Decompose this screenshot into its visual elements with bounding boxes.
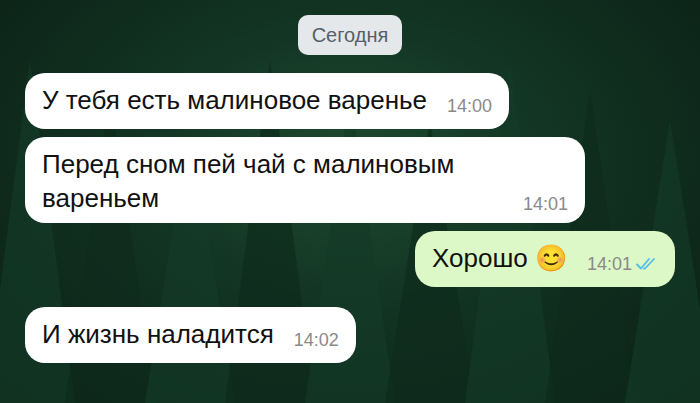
- message-time: 14:01: [587, 253, 632, 275]
- message-time: 14:01: [523, 193, 568, 215]
- message-row: Хорошо 😊 14:01: [0, 231, 700, 287]
- incoming-message[interactable]: И жизнь наладится 14:02: [25, 307, 356, 363]
- message-row: У тебя есть малиновое варенье 14:00: [0, 73, 700, 129]
- incoming-message[interactable]: У тебя есть малиновое варенье 14:00: [25, 73, 509, 129]
- message-meta: 14:01: [523, 193, 568, 215]
- message-meta: 14:01: [587, 253, 658, 275]
- message-time: 14:02: [294, 329, 339, 351]
- message-meta: 14:02: [294, 329, 339, 351]
- message-text: И жизнь наладится: [42, 319, 274, 349]
- outgoing-message[interactable]: Хорошо 😊 14:01: [415, 231, 675, 287]
- date-pill: Сегодня: [298, 15, 403, 55]
- chat-list: Сегодня У тебя есть малиновое варенье 14:0…: [0, 0, 700, 363]
- message-meta: 14:00: [447, 95, 492, 117]
- message-row: И жизнь наладится 14:02: [0, 307, 700, 363]
- message-text: Хорошо 😊: [432, 243, 567, 273]
- chat-screen: Сегодня У тебя есть малиновое варенье 14:0…: [0, 0, 700, 403]
- double-check-icon: [636, 257, 658, 271]
- message-row: Перед сном пей чай с малиновым вареньем 1…: [0, 137, 700, 223]
- message-text: Перед сном пей чай с малиновым вареньем: [42, 149, 454, 213]
- incoming-message[interactable]: Перед сном пей чай с малиновым вареньем 1…: [25, 137, 585, 223]
- message-text: У тебя есть малиновое варенье: [42, 85, 427, 115]
- message-time: 14:00: [447, 95, 492, 117]
